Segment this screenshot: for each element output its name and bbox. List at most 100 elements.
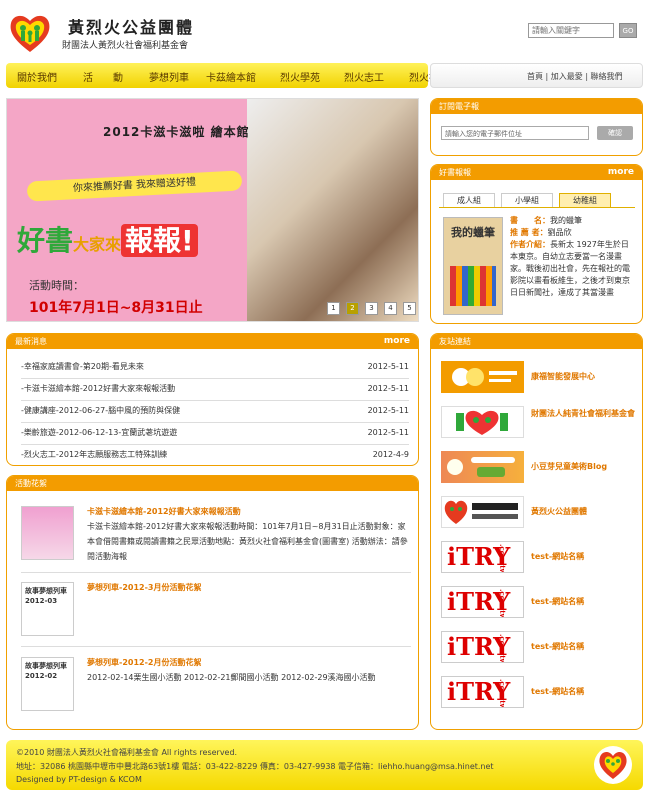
nav-item-volunteer[interactable]: 烈火志工	[344, 69, 384, 84]
site-title: 黃烈火公益團體	[68, 18, 195, 37]
friend-link-label[interactable]: test-網站名稱	[531, 551, 636, 563]
footer-heart-logo-icon	[594, 746, 632, 784]
itry-domain: .com.tw	[498, 679, 507, 708]
tab-kindergarten[interactable]: 幼稚組	[559, 193, 611, 207]
tab-underline	[439, 207, 635, 208]
utility-links-text[interactable]: 首頁 | 加入最愛 | 聯絡我們	[527, 71, 623, 82]
news-item[interactable]: -烈火志工-2012年志願服務志工特殊訓練 2012-4-9	[21, 444, 409, 465]
crayons-illustration	[450, 266, 496, 306]
event-thumbnail[interactable]	[21, 506, 74, 560]
pager-page[interactable]: 3	[365, 302, 378, 315]
search-input[interactable]	[528, 23, 614, 38]
pager-page[interactable]: 4	[384, 302, 397, 315]
divider	[21, 572, 411, 573]
banner-slider[interactable]: 2012卡滋卡滋啦 繪本館 你來推薦好書 我來贈送好禮 好書大家來 報報! 活動時…	[6, 98, 419, 322]
news-date: 2012-5-11	[367, 428, 409, 437]
pager-page[interactable]: 5	[403, 302, 416, 315]
bean-sprout-blog-logo-icon[interactable]	[441, 451, 524, 483]
site-logo[interactable]: 黃烈火公益團體 財團法人黃烈火社會福利基金會	[8, 10, 213, 54]
friend-link-label[interactable]: 康福智能發展中心	[531, 371, 636, 383]
search-button[interactable]: GO	[619, 23, 637, 38]
pager-page[interactable]: 1	[327, 302, 340, 315]
banner-pager: 12345	[327, 302, 418, 315]
news-date: 2012-4-9	[372, 450, 409, 459]
event-body: 2012-02-14栗生國小活動 2012-02-21郵間國小活動 2012-0…	[87, 673, 376, 682]
book-recommender-label: 推 薦 者：	[510, 228, 548, 237]
itry-logo-icon[interactable]: iTRY .com.tw	[441, 631, 524, 663]
copyright: ©2010 財團法人黃烈火社會福利基金會 All rights reserved…	[16, 748, 238, 757]
news-title[interactable]: -樂齡旅遊-2012-06-12-13-宜蘭武荖坑遊遊	[21, 428, 177, 437]
event-title[interactable]: 夢想列車-2012-3月份活動花絮	[87, 582, 201, 593]
book-title: 我的蠟筆	[550, 216, 582, 225]
nav-item-picture-book[interactable]: 卡茲繪本館	[206, 69, 256, 84]
chunqing-logo-graphic	[456, 410, 508, 435]
book-recommender: 劉品欣	[547, 228, 572, 237]
friend-link-label[interactable]: 財團法人純青社會福利基金會	[531, 408, 636, 420]
subscribe-button[interactable]: 確認	[597, 126, 633, 140]
events-heading: 活動花絮	[15, 479, 47, 488]
banner-photo	[247, 99, 418, 321]
divider	[21, 646, 411, 647]
news-more-link[interactable]: more	[384, 334, 410, 349]
event-thumbnail[interactable]: 故事夢想列車 2012-03	[21, 582, 74, 636]
kangfu-logo-graphic	[452, 368, 517, 386]
email-input[interactable]: 請輸入您的電子郵件位址	[441, 126, 589, 140]
itry-logo-icon[interactable]: iTRY .com.tw	[441, 586, 524, 618]
news-item[interactable]: -卡滋卡滋繪本館-2012好書大家來報報活動 2012-5-11	[21, 378, 409, 401]
friend-link-label[interactable]: 黃烈火公益團體	[531, 506, 636, 518]
news-title[interactable]: -烈火志工-2012年志願服務志工特殊訓練	[21, 450, 167, 459]
friend-link-label[interactable]: test-網站名稱	[531, 641, 636, 653]
huang-logo-graphic	[444, 500, 518, 524]
news-header: 最新消息 more	[7, 334, 418, 349]
news-item[interactable]: -幸福家庭讀書會-第20期-看見未來 2012-5-11	[21, 356, 409, 379]
book-cover-title: 我的蠟筆	[451, 226, 495, 239]
news-title[interactable]: -幸福家庭讀書會-第20期-看見未來	[21, 362, 144, 371]
book-title-label: 書 名：	[510, 216, 550, 225]
kangfu-logo-icon[interactable]	[441, 361, 524, 393]
books-header: 好書報報 more	[431, 165, 642, 180]
friend-link-label[interactable]: test-網站名稱	[531, 596, 636, 608]
pager-page-active[interactable]: 2	[346, 302, 359, 315]
banner-headline-right: 報報!	[121, 224, 198, 257]
book-recommend-panel: 好書報報 more 成人組 小學組 幼稚組 我的蠟筆 書 名：我的蠟筆 推 薦 …	[430, 164, 643, 324]
itry-logo-icon[interactable]: iTRY .com.tw	[441, 541, 524, 573]
banner-headline-left: 好書	[17, 224, 74, 257]
news-title[interactable]: -健康講座-2012-06-27-腦中風的預防與保健	[21, 406, 180, 415]
blog-logo-graphic	[447, 457, 515, 477]
banner-headline: 好書大家來 報報!	[17, 219, 198, 259]
news-item[interactable]: -健康講座-2012-06-27-腦中風的預防與保健 2012-5-11	[21, 400, 409, 423]
banner-slogan: 你來推薦好書 我來贈送好禮	[26, 170, 243, 202]
events-panel: 活動花絮 卡滋卡滋繪本館-2012好書大家來報報活動 卡滋卡滋繪本館-2012好…	[6, 475, 419, 730]
footer: ©2010 財團法人黃烈火社會福利基金會 All rights reserved…	[6, 740, 643, 790]
subscribe-heading: 訂閱電子報	[439, 102, 479, 111]
events-header: 活動花絮	[7, 476, 418, 491]
heart-family-logo-icon	[10, 15, 50, 52]
news-heading: 最新消息	[15, 337, 47, 346]
event-thumbnail[interactable]: 故事夢想列車 2012-02	[21, 657, 74, 711]
news-date: 2012-5-11	[367, 362, 409, 371]
book-cover[interactable]: 我的蠟筆	[443, 217, 503, 315]
friend-link-label[interactable]: 小豆芽兒童美術Blog	[531, 461, 636, 473]
event-title[interactable]: 卡滋卡滋繪本館-2012好書大家來報報活動	[87, 506, 241, 517]
itry-domain: .com.tw	[498, 634, 507, 663]
tab-adult[interactable]: 成人組	[443, 193, 495, 207]
books-more-link[interactable]: more	[608, 165, 634, 180]
news-date: 2012-5-11	[367, 384, 409, 393]
nav-item-activities[interactable]: 活 動	[83, 69, 123, 84]
event-title[interactable]: 夢想列車-2012-2月份活動花絮	[87, 657, 201, 668]
friend-link-label[interactable]: test-網站名稱	[531, 686, 636, 698]
itry-domain: .com.tw	[498, 544, 507, 573]
itry-logo-icon[interactable]: iTRY .com.tw	[441, 676, 524, 708]
subscribe-panel: 訂閱電子報 請輸入您的電子郵件位址 確認	[430, 98, 643, 156]
chunqing-logo-icon[interactable]	[441, 406, 524, 438]
tab-elementary[interactable]: 小學組	[501, 193, 553, 207]
banner-date: 101年7月1日~8月31日止	[29, 300, 203, 316]
news-item[interactable]: -樂齡旅遊-2012-06-12-13-宜蘭武荖坑遊遊 2012-5-11	[21, 422, 409, 445]
nav-item-dream-train[interactable]: 夢想列車	[149, 69, 189, 84]
huang-liehho-logo-icon[interactable]	[441, 496, 524, 528]
nav-item-academy[interactable]: 烈火學苑	[280, 69, 320, 84]
book-info: 書 名：我的蠟筆 推 薦 者：劉品欣 作者介紹：長新太 1927年生於日本東京。…	[510, 215, 636, 299]
nav-item-about[interactable]: 關於我們	[17, 69, 57, 84]
friend-links-panel: 友站連結 康福智能發展中心 財團法人純青社會福利基金會 小豆芽兒童美術Blog …	[430, 333, 643, 730]
news-title[interactable]: -卡滋卡滋繪本館-2012好書大家來報報活動	[21, 384, 175, 393]
